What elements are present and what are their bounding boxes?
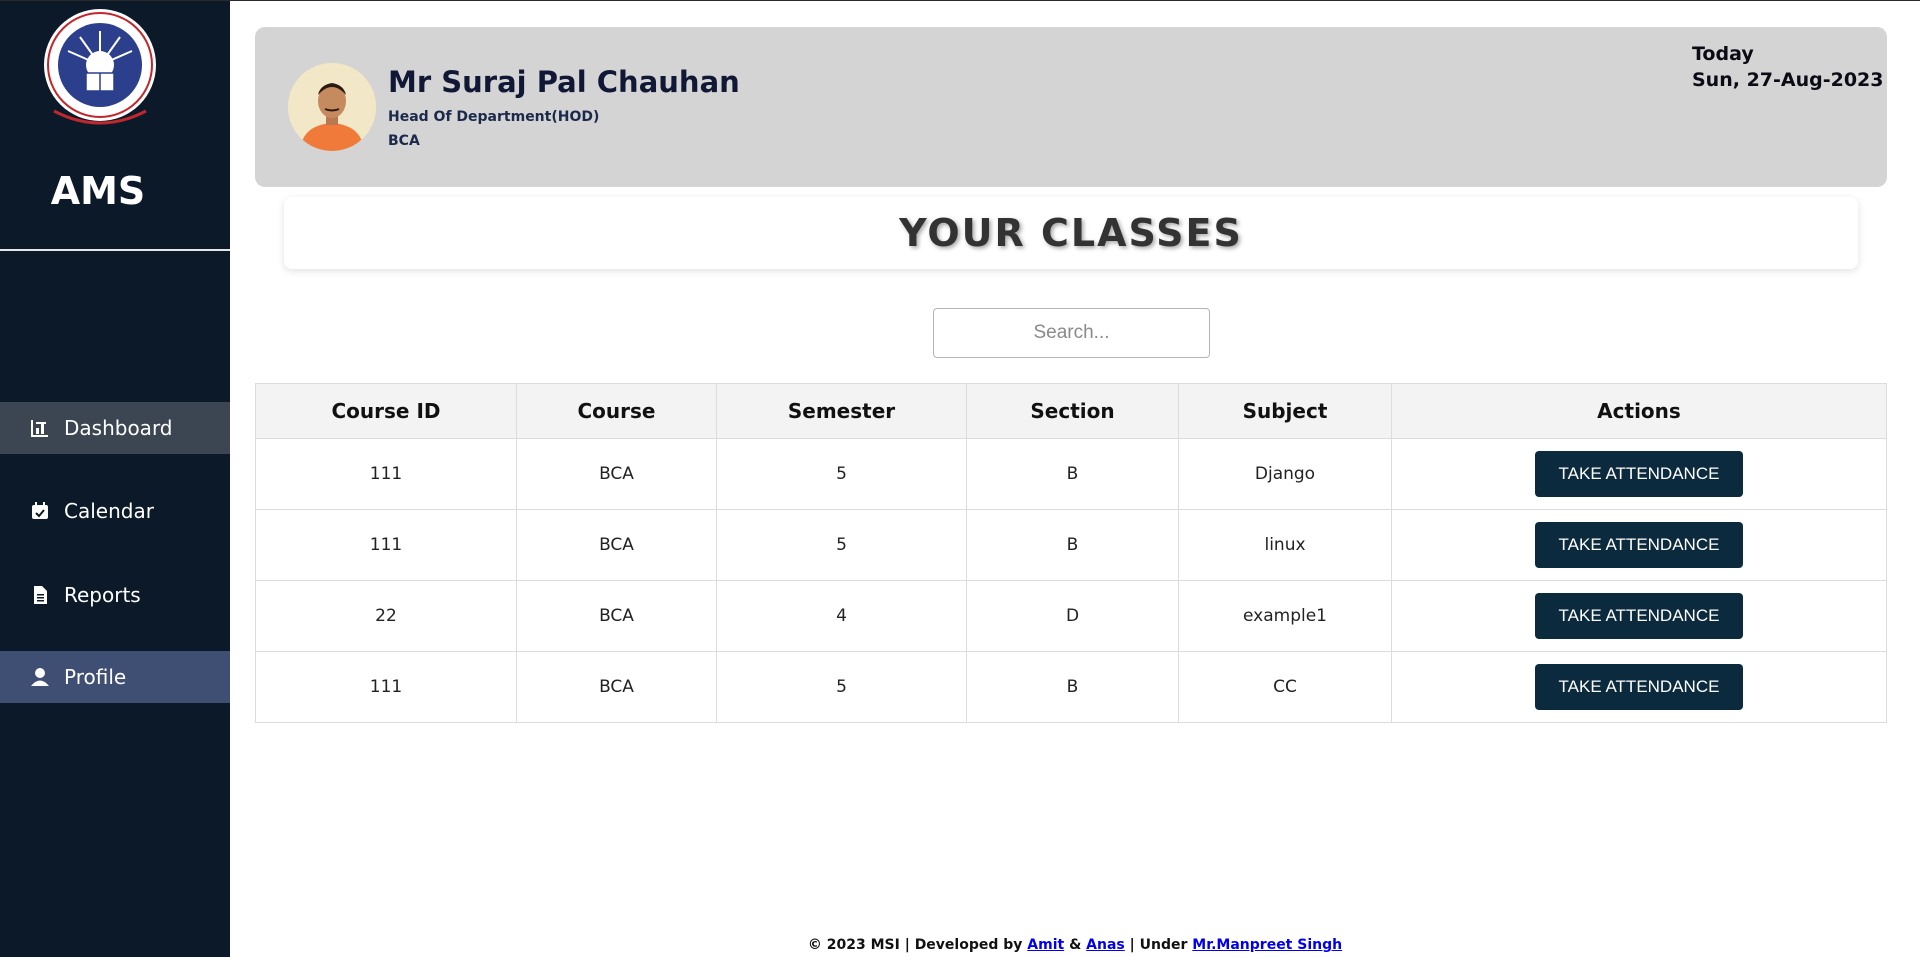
developer-link-anas[interactable]: Anas (1086, 937, 1125, 953)
cell-course-id: 22 (255, 580, 517, 652)
cell-course: BCA (516, 651, 717, 723)
cell-subject: example1 (1178, 580, 1392, 652)
column-header: Actions (1391, 383, 1887, 439)
avatar (288, 63, 376, 151)
chart-icon (30, 418, 50, 438)
today-date: Sun, 27-Aug-2023 (1692, 69, 1884, 91)
footer-text: © 2023 MSI | Developed by (807, 937, 1028, 953)
profile-header: Mr Suraj Pal Chauhan Head Of Department(… (255, 27, 1887, 187)
cell-section: D (966, 580, 1179, 652)
user-role: Head Of Department(HOD) (388, 109, 600, 125)
sidebar-item-label: Reports (64, 583, 141, 607)
classes-heading-box: YOUR CLASSES (284, 197, 1858, 269)
user-icon (30, 667, 50, 687)
take-attendance-button[interactable]: TAKE ATTENDANCE (1535, 451, 1743, 497)
app-name: AMS (50, 169, 146, 213)
column-header: Subject (1178, 383, 1392, 439)
user-department: BCA (388, 133, 420, 149)
sidebar: AMS Dashboard Calendar Reports Profile (0, 1, 230, 957)
sidebar-item-reports[interactable]: Reports (0, 569, 230, 621)
footer-text: | Under (1124, 937, 1193, 953)
institute-logo (40, 7, 160, 131)
take-attendance-button[interactable]: TAKE ATTENDANCE (1535, 664, 1743, 710)
page-title: YOUR CLASSES (899, 211, 1243, 255)
cell-section: B (966, 438, 1179, 510)
cell-subject: Django (1178, 438, 1392, 510)
sidebar-item-dashboard[interactable]: Dashboard (0, 402, 230, 454)
cell-actions: TAKE ATTENDANCE (1391, 509, 1887, 581)
column-header: Section (966, 383, 1179, 439)
sidebar-item-label: Calendar (64, 499, 154, 523)
cell-semester: 5 (716, 509, 967, 581)
cell-subject: linux (1178, 509, 1392, 581)
column-header: Semester (716, 383, 967, 439)
cell-semester: 5 (716, 438, 967, 510)
cell-course-id: 111 (255, 438, 517, 510)
sidebar-item-label: Dashboard (64, 416, 173, 440)
mentor-link[interactable]: Mr.Manpreet Singh (1192, 937, 1342, 953)
cell-actions: TAKE ATTENDANCE (1391, 651, 1887, 723)
search-input[interactable] (933, 308, 1210, 358)
cell-course-id: 111 (255, 651, 517, 723)
cell-actions: TAKE ATTENDANCE (1391, 580, 1887, 652)
table-header-row: Course ID Course Semester Section Subjec… (255, 383, 1887, 439)
file-icon (30, 585, 50, 605)
cell-subject: CC (1178, 651, 1392, 723)
cell-course: BCA (516, 509, 717, 581)
calendar-check-icon (30, 501, 50, 521)
table-row: 111 BCA 5 B CC TAKE ATTENDANCE (255, 651, 1887, 723)
cell-semester: 4 (716, 580, 967, 652)
take-attendance-button[interactable]: TAKE ATTENDANCE (1535, 522, 1743, 568)
cell-section: B (966, 651, 1179, 723)
table-row: 111 BCA 5 B linux TAKE ATTENDANCE (255, 509, 1887, 581)
today-label: Today (1692, 43, 1754, 65)
footer: © 2023 MSI | Developed by Amit & Anas | … (230, 937, 1920, 953)
sidebar-divider (0, 249, 230, 251)
table-row: 111 BCA 5 B Django TAKE ATTENDANCE (255, 438, 1887, 510)
cell-semester: 5 (716, 651, 967, 723)
cell-course: BCA (516, 580, 717, 652)
developer-link-amit[interactable]: Amit (1027, 937, 1064, 953)
column-header: Course ID (255, 383, 517, 439)
user-name: Mr Suraj Pal Chauhan (388, 65, 740, 99)
sidebar-item-calendar[interactable]: Calendar (0, 485, 230, 537)
take-attendance-button[interactable]: TAKE ATTENDANCE (1535, 593, 1743, 639)
cell-section: B (966, 509, 1179, 581)
classes-table: Course ID Course Semester Section Subjec… (255, 383, 1887, 723)
cell-actions: TAKE ATTENDANCE (1391, 438, 1887, 510)
table-row: 22 BCA 4 D example1 TAKE ATTENDANCE (255, 580, 1887, 652)
cell-course-id: 111 (255, 509, 517, 581)
cell-course: BCA (516, 438, 717, 510)
footer-text: & (1064, 937, 1087, 953)
column-header: Course (516, 383, 717, 439)
sidebar-item-profile[interactable]: Profile (0, 651, 230, 703)
sidebar-item-label: Profile (64, 665, 127, 689)
